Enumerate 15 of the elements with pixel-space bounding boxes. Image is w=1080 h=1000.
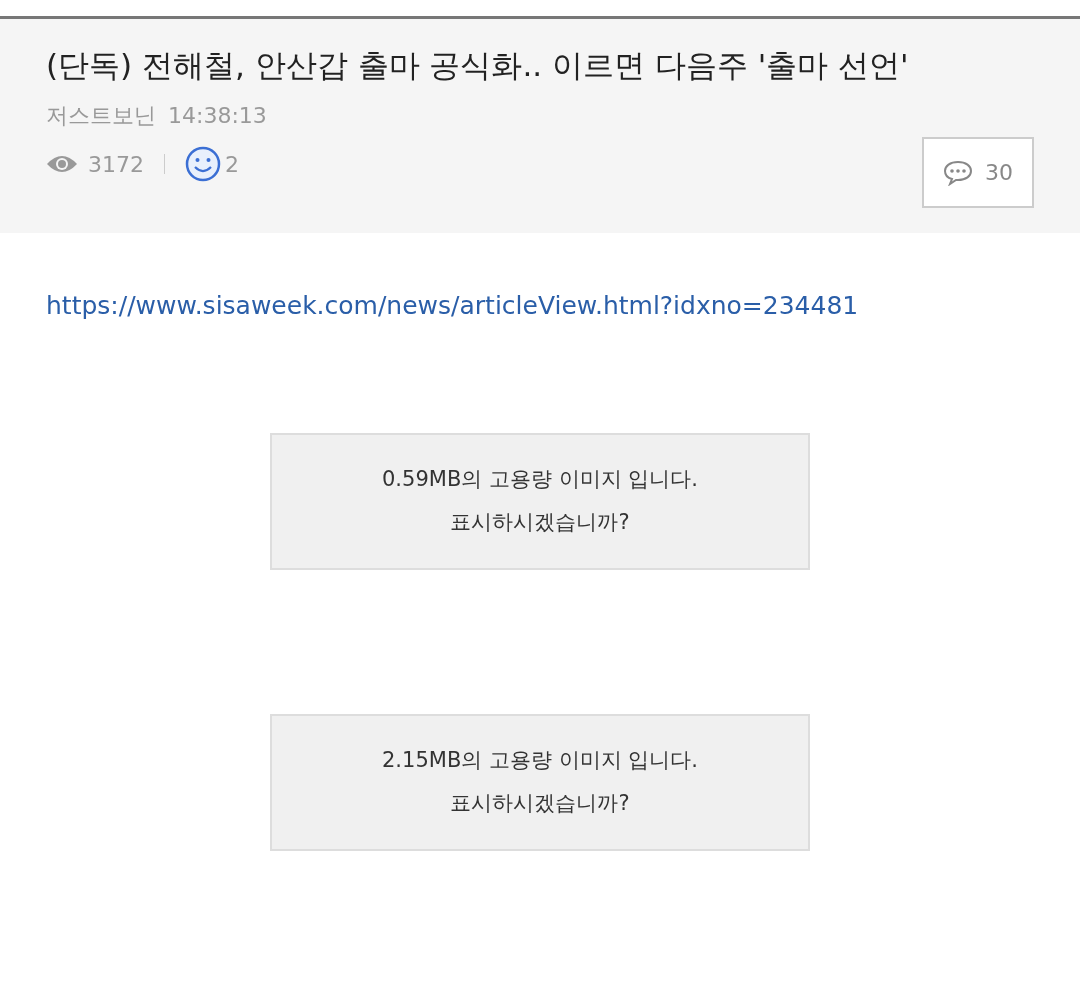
image-load-button[interactable]: 2.15MB의 고용량 이미지 입니다. 표시하시겠습니까? [270,713,810,851]
display-prompt: 표시하시겠습니까? [450,509,630,536]
speech-bubble-icon [943,159,973,186]
like-count: 2 [225,150,239,179]
display-prompt: 표시하시겠습니까? [450,790,630,817]
article-title: (단독) 전해철, 안산갑 출마 공식화.. 이르면 다음주 '출마 선언' [46,46,910,85]
image-size-notice: 2.15MB의 고용량 이미지 입니다. [382,746,698,774]
view-count: 3172 [88,150,144,179]
eye-icon [46,154,78,174]
post-time: 14:38:13 [168,102,267,130]
comment-button[interactable]: 30 [922,137,1034,208]
smiley-icon[interactable] [185,146,221,182]
image-size-notice: 0.59MB의 고용량 이미지 입니다. [382,465,698,493]
image-load-button[interactable]: 0.59MB의 고용량 이미지 입니다. 표시하시겠습니까? [270,432,810,570]
article-link[interactable]: https://www.sisaweek.com/news/articleView.html?idxno=234481 [46,291,859,320]
